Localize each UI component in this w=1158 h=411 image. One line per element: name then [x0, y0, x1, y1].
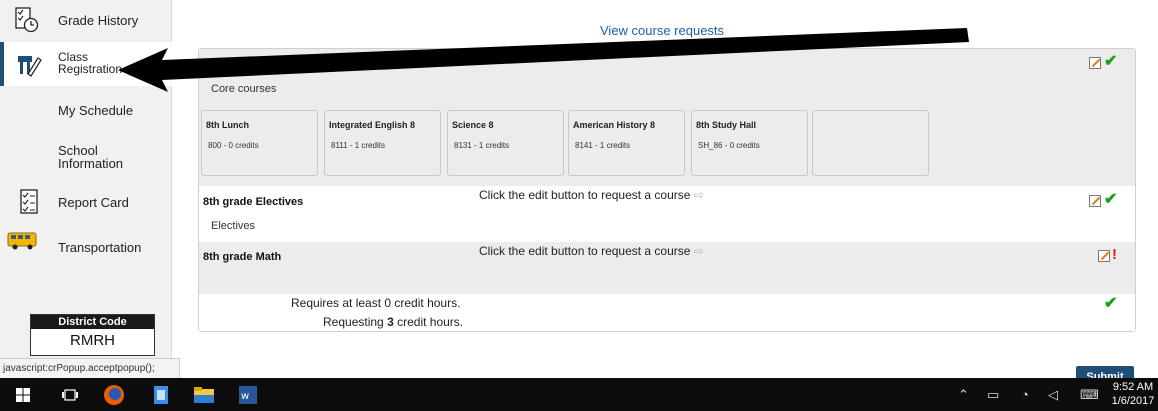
edit-hint: Click the edit button to request a cours… [479, 188, 704, 202]
grade-history-icon [15, 7, 39, 33]
math-section: 8th grade Math Click the edit button to … [199, 242, 1135, 294]
course-card[interactable]: Science 8 8131 - 1 credits [447, 110, 564, 176]
course-name: American History 8 [573, 120, 656, 130]
course-credits: 8111 - 1 credits [331, 141, 385, 150]
arrow-right-icon: ⇨ [693, 188, 704, 202]
course-name: Science 8 [452, 120, 494, 130]
course-card[interactable]: Integrated English 8 8111 - 1 credits [324, 110, 441, 176]
edit-math-button[interactable] [1098, 250, 1110, 262]
volume-icon[interactable]: ◁ [1048, 387, 1058, 403]
course-name: 8th Lunch [206, 120, 249, 130]
sidebar-item-label-line2: Registration [58, 62, 123, 76]
course-card[interactable]: 8th Study Hall SH_86 - 0 credits [691, 110, 808, 176]
section-title: 8th grade Math [203, 251, 282, 263]
warning-icon: ! [1112, 246, 1117, 263]
requesting-text: Requesting 3 credit hours. [323, 315, 463, 329]
course-credits: 8141 - 1 credits [575, 141, 631, 150]
credit-summary: Requires at least 0 credit hours. Reques… [199, 294, 1135, 331]
clock-date: 1/6/2017 [1111, 395, 1155, 407]
requesting-suffix: credit hours. [397, 315, 464, 329]
sidebar-item-school-information[interactable]: School Information [0, 138, 171, 174]
edit-hint: Click the edit button to request a cours… [479, 244, 704, 258]
course-name: Integrated English 8 [329, 120, 416, 130]
requesting-prefix: Requesting [323, 315, 384, 329]
electives-section: 8th grade Electives Electives Click the … [199, 186, 1135, 242]
check-icon: ✔ [1104, 295, 1118, 312]
sidebar: Grade History Class Registration My Sche… [0, 0, 175, 378]
section-title: Core courses [211, 83, 277, 95]
section-subtitle: Electives [211, 220, 256, 232]
clock-time: 9:52 AM [1112, 381, 1154, 393]
sidebar-item-label-line2: Information [58, 156, 124, 171]
report-card-icon [20, 189, 38, 214]
svg-text:w: w [241, 391, 249, 402]
sidebar-item-grade-history[interactable]: Grade History [0, 2, 171, 38]
check-icon: ✔ [1104, 191, 1118, 208]
course-credits: 800 - 0 credits [208, 141, 259, 150]
course-card[interactable]: American History 8 8141 - 1 credits [568, 110, 685, 176]
course-card-empty[interactable] [812, 110, 929, 176]
system-clock[interactable]: 9:52 AM 1/6/2017 [1109, 380, 1157, 408]
district-code-value: RMRH [70, 332, 115, 349]
edit-core-button[interactable] [1089, 57, 1101, 69]
district-code-box: District Code RMRH [30, 314, 155, 356]
browser-status-bar: javascript:crPopup.acceptpopup(); [0, 358, 180, 378]
firefox-icon[interactable] [103, 384, 125, 406]
edit-hint-text: Click the edit button to request a cours… [479, 188, 691, 202]
windows-taskbar: w ⌃ ▭ ◔ ◁ ⌨ 9:52 AM 1/6/2017 [0, 378, 1158, 411]
wifi-icon[interactable]: ◔ [1021, 387, 1029, 402]
class-registration-icon [18, 56, 42, 77]
registration-panel: Core courses ✔ 8th Lunch 800 - 0 credits… [198, 48, 1136, 332]
file-explorer-icon[interactable] [193, 384, 215, 406]
course-name: 8th Study Hall [696, 120, 757, 130]
course-credits: SH_86 - 0 credits [698, 141, 760, 150]
core-courses-section: Core courses ✔ 8th Lunch 800 - 0 credits… [199, 49, 1135, 186]
view-course-requests-link[interactable]: View course requests [600, 23, 724, 38]
sidebar-item-report-card[interactable]: Report Card [0, 186, 171, 218]
task-view-icon[interactable] [62, 388, 78, 402]
course-card[interactable]: 8th Lunch 800 - 0 credits [201, 110, 318, 176]
sidebar-item-label: Grade History [58, 13, 139, 28]
requesting-count: 3 [387, 315, 394, 329]
chevron-up-icon[interactable]: ⌃ [958, 387, 969, 403]
course-credits: 8131 - 1 credits [454, 141, 510, 150]
edit-hint-text: Click the edit button to request a cours… [479, 244, 691, 258]
word-icon[interactable]: w [237, 384, 259, 406]
school-bus-icon [7, 232, 37, 250]
sidebar-item-class-registration[interactable]: Class Registration [0, 42, 175, 86]
sidebar-item-label: My Schedule [58, 103, 134, 118]
sidebar-item-label: Report Card [58, 195, 129, 210]
arrow-right-icon: ⇨ [693, 244, 704, 258]
sidebar-item-label: Transportation [58, 240, 142, 255]
section-title: 8th grade Electives [203, 196, 304, 208]
sidebar-item-transportation[interactable]: Transportation [0, 230, 171, 260]
sidebar-item-my-schedule[interactable]: My Schedule [0, 96, 171, 124]
battery-icon[interactable]: ▭ [987, 387, 999, 403]
check-icon: ✔ [1104, 53, 1118, 70]
windows-start-icon[interactable] [16, 388, 30, 402]
requires-text: Requires at least 0 credit hours. [291, 296, 461, 310]
edit-electives-button[interactable] [1089, 195, 1101, 207]
keyboard-icon[interactable]: ⌨ [1080, 387, 1099, 403]
district-code-label: District Code [31, 315, 154, 329]
file-icon[interactable] [150, 384, 172, 406]
